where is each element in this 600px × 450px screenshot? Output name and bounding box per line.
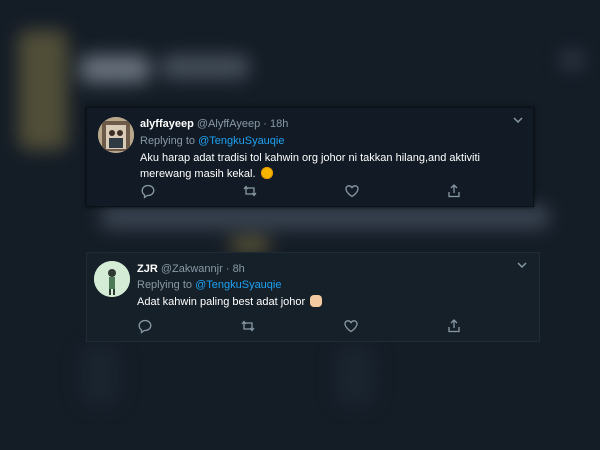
timestamp[interactable]: 18h [270, 118, 288, 130]
tweet-card[interactable]: ZJR @Zakwannjr · 8h Replying to @TengkuS… [86, 252, 540, 342]
clapping-hands-emoji-icon [310, 295, 323, 307]
share-icon[interactable] [446, 318, 462, 334]
avatar[interactable] [98, 117, 134, 153]
tweet-actions [140, 183, 462, 199]
replying-to: Replying to @TengkuSyauqie [137, 279, 281, 291]
mention-link[interactable]: @TengkuSyauqie [195, 279, 281, 291]
tweet-actions [137, 318, 462, 334]
avatar[interactable] [94, 261, 130, 297]
reply-icon[interactable] [140, 183, 156, 199]
reply-icon[interactable] [137, 318, 153, 334]
tweet-card[interactable]: alyffayeep @AlyffAyeep · 18h Replying to… [86, 107, 534, 207]
avatar-image [94, 261, 130, 297]
replying-prefix: Replying to [137, 279, 196, 291]
screenshot-stage: alyffayeep @AlyffAyeep · 18h Replying to… [0, 0, 600, 450]
tweet-text: Adat kahwin paling best adat johor [137, 294, 497, 310]
tweet-text: Aku harap adat tradisi tol kahwin org jo… [140, 150, 510, 182]
separator: · [225, 263, 230, 275]
tweet-text-content: Aku harap adat tradisi tol kahwin org jo… [140, 152, 480, 180]
display-name[interactable]: ZJR [137, 263, 158, 275]
display-name[interactable]: alyffayeep [140, 118, 194, 130]
heart-icon[interactable] [344, 183, 360, 199]
smiling-face-emoji-icon [260, 167, 273, 179]
tweet-text-content: Adat kahwin paling best adat johor [137, 296, 306, 308]
blurred-background [0, 0, 600, 450]
retweet-icon[interactable] [242, 183, 258, 199]
tweet-header: alyffayeep @AlyffAyeep · 18h [140, 118, 288, 130]
heart-icon[interactable] [343, 318, 359, 334]
mention-link[interactable]: @TengkuSyauqie [198, 135, 284, 147]
replying-to: Replying to @TengkuSyauqie [140, 135, 284, 147]
chevron-down-icon[interactable] [517, 261, 527, 272]
avatar-image [98, 117, 134, 153]
user-handle[interactable]: @Zakwannjr [161, 263, 223, 275]
share-icon[interactable] [446, 183, 462, 199]
retweet-icon[interactable] [240, 318, 256, 334]
replying-prefix: Replying to [140, 135, 199, 147]
chevron-down-icon[interactable] [513, 116, 523, 127]
tweet-header: ZJR @Zakwannjr · 8h [137, 263, 245, 275]
separator: · [263, 118, 267, 130]
user-handle[interactable]: @AlyffAyeep [197, 118, 260, 130]
timestamp[interactable]: 8h [233, 263, 245, 275]
